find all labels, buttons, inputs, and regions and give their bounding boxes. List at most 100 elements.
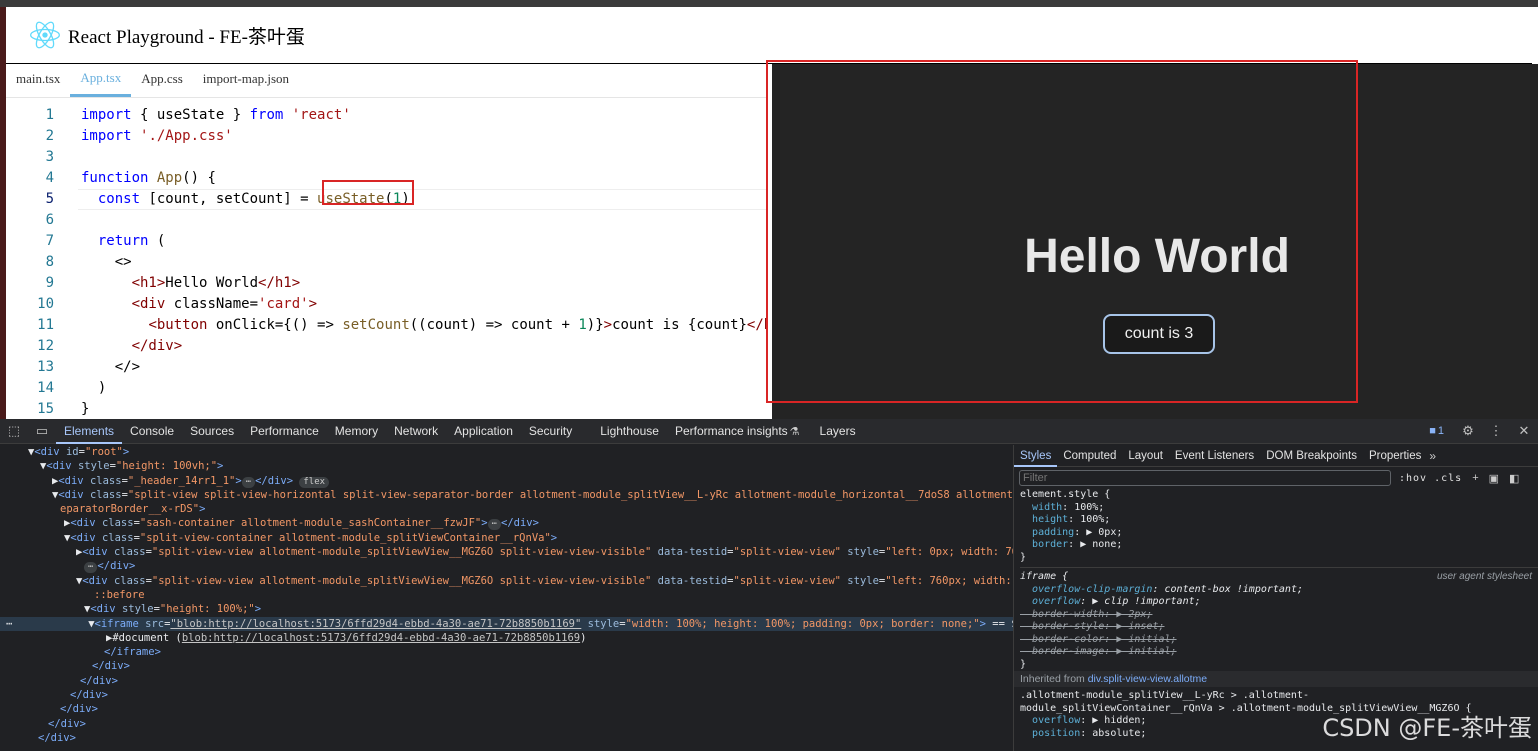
more-options-icon[interactable]: ⋮	[1482, 419, 1510, 444]
issues-icon[interactable]: ■	[1429, 425, 1436, 437]
devtools-tab-elements[interactable]: Elements	[56, 419, 123, 444]
inspect-element-icon[interactable]: ⬚	[0, 419, 28, 444]
react-playground-app: React Playground - FE-茶叶蛋 main.tsx App.t…	[6, 7, 1538, 419]
dom-node[interactable]: ▶<div class="split-view-view allotment-m…	[0, 545, 1013, 559]
devtools-tab-memory[interactable]: Memory	[327, 419, 386, 444]
dom-node[interactable]: </iframe>	[0, 645, 1013, 659]
devtools-tab-performance-insights[interactable]: Performance insights	[667, 419, 796, 444]
devtools-tab-performance[interactable]: Performance	[242, 419, 327, 444]
rule-selector: iframe {user agent stylesheet	[1020, 571, 1532, 582]
rule-decl-overridden[interactable]: border-color: ▶ initial;	[1020, 634, 1538, 647]
dom-node[interactable]: </div>	[0, 731, 1013, 745]
code-line: 6	[45, 212, 54, 228]
inherited-from-header: Inherited from div.split-view-view.allot…	[1014, 671, 1538, 687]
code-line: 8 <>	[45, 254, 132, 270]
code-area[interactable]: 1 import { useState } from 'react' 2 impor…	[6, 105, 766, 419]
dom-node[interactable]: ▶<div class="_header_14rr1_1"> ⋯ </div> fl…	[0, 474, 1013, 488]
tab-main-tsx[interactable]: main.tsx	[6, 64, 70, 97]
devtools-tab-layers[interactable]: Layers	[812, 419, 864, 444]
tab-layout[interactable]: Layout	[1122, 445, 1169, 467]
devtools-toolbar: ⬚ ▭ Elements Console Sources Performance…	[0, 419, 1538, 444]
tab-app-css[interactable]: App.css	[131, 64, 193, 97]
tab-computed[interactable]: Computed	[1057, 445, 1122, 467]
devtools-tab-sources[interactable]: Sources	[182, 419, 242, 444]
code-line: 1 import { useState } from 'react'	[45, 107, 351, 123]
code-line: 15}	[37, 401, 90, 417]
rule-decl-overridden[interactable]: border-width: ▶ 2px;	[1020, 609, 1538, 622]
code-line: 3	[45, 149, 54, 165]
dom-node[interactable]: ▶<div class="sash-container allotment-mo…	[0, 516, 1013, 531]
dom-node[interactable]: ▼<div style="height: 100vh;">	[0, 459, 1013, 473]
count-button[interactable]: count is 3	[1103, 314, 1215, 354]
rule-decl-overridden[interactable]: border-image: ▶ initial;	[1020, 646, 1538, 659]
preview-heading: Hello World	[1024, 230, 1290, 283]
style-rules[interactable]: element.style { width: 100%; height: 100…	[1014, 489, 1538, 740]
devtools-tab-lighthouse[interactable]: Lighthouse	[592, 419, 667, 444]
rule-decl[interactable]: width: 100%;	[1020, 502, 1538, 515]
devtools-tab-security[interactable]: Security	[521, 419, 580, 444]
rule-decl[interactable]: padding: ▶ 0px;	[1020, 527, 1538, 540]
devtools-tab-application[interactable]: Application	[446, 419, 521, 444]
device-toolbar-icon[interactable]: ▭	[28, 419, 56, 444]
dom-node[interactable]: ▼<div id="root">	[0, 445, 1013, 459]
add-rule-icon[interactable]: +	[1472, 472, 1478, 484]
preview-pane: Hello World count is 3	[772, 64, 1538, 419]
code-line: 11 <button onClick={() => setCount((coun…	[37, 317, 766, 333]
toggle-element-state-icon[interactable]: ▣	[1489, 472, 1499, 485]
dom-node[interactable]: </div>	[0, 674, 1013, 688]
elements-dom-tree[interactable]: ▼<div id="root"> ▼<div style="height: 10…	[0, 445, 1013, 751]
rule-decl[interactable]: overflow: ▶ clip !important;	[1020, 596, 1538, 609]
devtools-panel: ⬚ ▭ Elements Console Sources Performance…	[0, 419, 1538, 751]
rule-decl-overridden[interactable]: border-style: ▶ inset;	[1020, 621, 1538, 634]
styles-sidebar-tabs: Styles Computed Layout Event Listeners D…	[1014, 445, 1538, 467]
dom-node[interactable]: ▼<div style="height: 100%;">	[0, 602, 1013, 616]
hov-cls-toggles[interactable]: :hov .cls	[1399, 473, 1462, 484]
close-icon[interactable]: ✕	[1510, 419, 1538, 444]
divider	[1020, 567, 1538, 568]
rule-selector: element.style {	[1020, 489, 1111, 500]
window-top-bar	[0, 0, 1538, 7]
dom-node[interactable]: </div>	[0, 659, 1013, 673]
rule-decl[interactable]: overflow-clip-margin: content-box !impor…	[1020, 584, 1538, 597]
tab-dom-breakpoints[interactable]: DOM Breakpoints	[1260, 445, 1363, 467]
tab-app-tsx[interactable]: App.tsx	[70, 64, 132, 97]
tab-event-listeners[interactable]: Event Listeners	[1169, 445, 1260, 467]
code-editor[interactable]: main.tsx App.tsx App.css import-map.json…	[6, 64, 766, 419]
inherited-from-link[interactable]: div.split-view-view.allotme	[1088, 673, 1207, 685]
styles-filter-input[interactable]	[1019, 470, 1391, 486]
dom-node[interactable]: ▼<div class="split-view split-view-horiz…	[0, 488, 1013, 502]
code-line: 4 function App() {	[45, 170, 216, 186]
app-title: React Playground - FE-茶叶蛋	[68, 26, 305, 48]
devtools-tab-console[interactable]: Console	[122, 419, 182, 444]
rule-selector: .allotment-module_splitView__L-yRc > .al…	[1020, 690, 1309, 701]
dom-node[interactable]: ▶#document (blob:http://localhost:5173/6…	[0, 631, 1013, 645]
rule-decl[interactable]: border: ▶ none;	[1020, 539, 1538, 552]
dom-node[interactable]: </div>	[0, 702, 1013, 716]
code-line: 10 <div className='card'>	[37, 296, 318, 312]
settings-gear-icon[interactable]: ⚙	[1454, 419, 1482, 444]
react-logo-icon	[30, 21, 60, 49]
dom-node[interactable]: ▼<div class="split-view-container allotm…	[0, 531, 1013, 545]
app-header: React Playground - FE-茶叶蛋	[6, 7, 1532, 64]
code-line: 13 </>	[37, 359, 141, 375]
rule-close: }	[1020, 658, 1027, 670]
styles-filter-row: :hov .cls + ▣ ◧	[1014, 467, 1538, 489]
code-line: 2 import './App.css'	[45, 128, 233, 144]
tab-import-map-json[interactable]: import-map.json	[193, 64, 299, 97]
tab-styles[interactable]: Styles	[1014, 445, 1058, 467]
tab-properties[interactable]: Properties	[1363, 445, 1427, 467]
dom-node[interactable]: </div>	[0, 717, 1013, 731]
user-agent-label: user agent stylesheet	[1436, 571, 1532, 582]
chevron-more-icon[interactable]: »	[1427, 449, 1436, 463]
dom-node-selected[interactable]: ⋯ ▼<iframe src="blob:http://localhost:51…	[0, 616, 1013, 631]
sidebar-toggle-icon[interactable]: ◧	[1509, 472, 1519, 485]
issues-badge[interactable]: 1	[1438, 425, 1444, 437]
dom-node[interactable]: ⋯ </div>	[0, 559, 1013, 574]
rule-decl[interactable]: height: 100%;	[1020, 514, 1538, 527]
file-tabs: main.tsx App.tsx App.css import-map.json	[6, 64, 766, 98]
dom-node[interactable]: ::before	[0, 588, 1013, 602]
devtools-tab-network[interactable]: Network	[386, 419, 446, 444]
dom-node[interactable]: </div>	[0, 688, 1013, 702]
dom-node[interactable]: eparatorBorder__x-rDS">	[0, 502, 1013, 516]
dom-node[interactable]: ▼<div class="split-view-view allotment-m…	[0, 574, 1013, 588]
